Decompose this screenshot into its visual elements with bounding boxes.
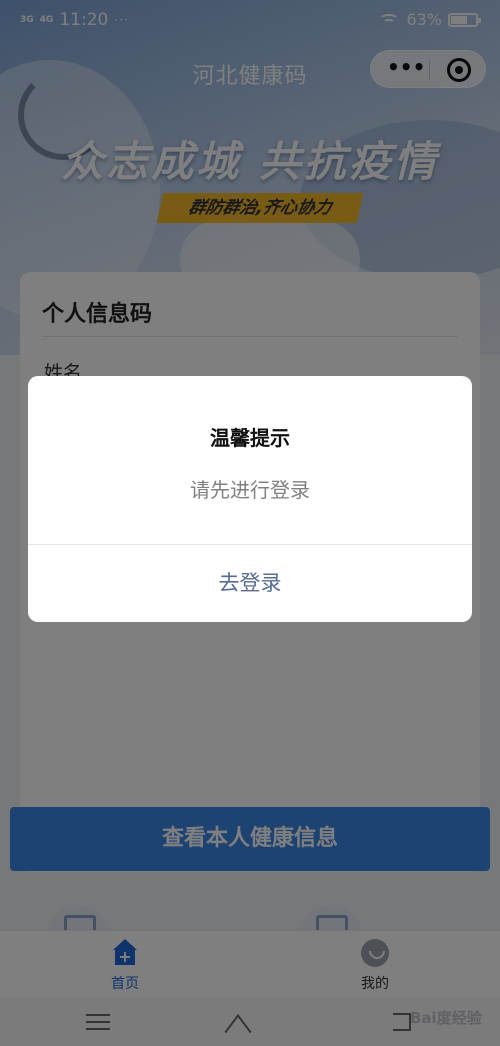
login-prompt-dialog: 温馨提示 请先进行登录 去登录 <box>28 376 472 622</box>
dialog-title: 温馨提示 <box>210 426 290 450</box>
dialog-message: 请先进行登录 <box>190 478 310 502</box>
go-login-button[interactable]: 去登录 <box>28 545 472 622</box>
